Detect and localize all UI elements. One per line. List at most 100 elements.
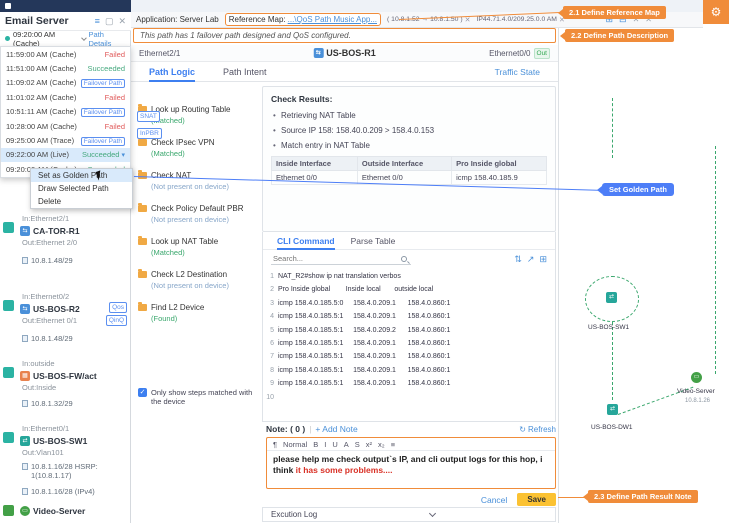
step-label: Look up Routing Table — [151, 105, 230, 114]
checkbox-checked-icon[interactable]: ✓ — [138, 388, 147, 397]
firewall-icon: ▦ — [20, 371, 30, 381]
switch-icon[interactable]: ⇄ — [606, 292, 617, 303]
editor-toolbar-button[interactable]: A — [344, 440, 349, 449]
history-item[interactable]: 11:09:02 AM (Cache) Failover Path▾ — [1, 76, 130, 90]
close-icon[interactable]: ✕ — [118, 16, 126, 27]
hop-device-name[interactable]: US-BOS-FW/act — [33, 371, 97, 381]
menu-icon[interactable]: ≡ — [95, 16, 100, 26]
assistant-button[interactable]: ⚙ — [703, 0, 729, 24]
editor-toolbar-button[interactable]: I — [324, 440, 326, 449]
reference-map-link[interactable]: ...\QoS Path Music App... — [288, 15, 377, 24]
hop-device-name[interactable]: CA-TOR-R1 — [33, 226, 80, 236]
link-subnet: 10.8.1.16/28 (IPv4) — [0, 487, 128, 496]
annotation-text: 2.3 Define Path Result Note — [594, 492, 692, 501]
context-menu-item[interactable]: Draw Selected Path — [31, 182, 132, 195]
inpbr-badge: InPBR — [137, 128, 162, 139]
editor-toolbar-button[interactable]: Normal — [283, 440, 307, 449]
topology-map[interactable]: ⇄ US-BOS-SW1 ⇄ US-BOS-DW1 ▭ Video-Server… — [558, 28, 729, 523]
hop-device-name[interactable]: Video-Server — [33, 506, 85, 516]
add-note-link[interactable]: + Add Note — [315, 424, 357, 434]
note-text[interactable]: please help me check output`s IP, and cl… — [267, 451, 555, 479]
check-result-bullet: Source IP 158: 158.40.0.209 > 158.4.0.15… — [271, 126, 547, 135]
sort-icon[interactable]: ⇅ — [514, 254, 522, 265]
bullet-text: Source IP 158: 158.40.0.209 > 158.4.0.15… — [281, 126, 434, 135]
path-step[interactable]: Look up NAT Table (Matched) — [138, 237, 258, 257]
media-icon — [3, 300, 14, 311]
tab-cli-command[interactable]: CLI Command — [277, 232, 335, 250]
line-text: icmp 158.4.0.185.5:1 158.4.0.209.1 158.4… — [278, 377, 450, 390]
history-item[interactable]: 11:59:00 AM (Cache) Failed▾ — [1, 47, 130, 61]
step-icon — [138, 271, 147, 278]
fullscreen-icon[interactable]: ⊞ — [539, 254, 547, 265]
refresh-link[interactable]: Refresh — [528, 425, 556, 434]
path-line — [715, 146, 716, 374]
link-subnet: 10.8.1.48/29 — [0, 256, 128, 265]
cancel-button[interactable]: Cancel — [481, 495, 507, 505]
line-number: 6 — [263, 337, 278, 350]
traffic-state-link[interactable]: Traffic State — [495, 67, 540, 77]
hop-item[interactable]: In:Ethernet0/1 ⇄ US-BOS-SW1 Out:Vlan101 — [0, 423, 131, 463]
path-step[interactable]: Check Policy Default PBR (Not present on… — [138, 204, 258, 224]
history-item[interactable]: 11:51:00 AM (Cache) Succeeded▾ — [1, 61, 130, 75]
editor-toolbar-button[interactable]: x² — [366, 440, 372, 449]
switch-icon[interactable]: ⇄ — [607, 404, 618, 415]
reference-map-box[interactable]: Reference Map: ...\QoS Path Music App... — [225, 13, 381, 26]
context-menu-label: Delete — [38, 197, 61, 206]
hop-item[interactable]: In:Ethernet0/2 ⇆ US-BOS-R2 Out:Ethernet … — [0, 291, 131, 331]
note-editor[interactable]: ¶ Normal BIUASx² x₂ ≡ please help me check o… — [266, 437, 556, 489]
editor-toolbar-button[interactable]: x₂ — [378, 440, 385, 449]
context-menu-item[interactable]: Set as Golden Path — [31, 169, 132, 182]
history-item[interactable]: 10:28:00 AM (Cache) Failed▾ — [1, 119, 130, 133]
history-status: Failover Path▾ — [81, 107, 125, 116]
editor-toolbar-button[interactable]: U — [332, 440, 337, 449]
tab-parse-table[interactable]: Parse Table — [351, 232, 396, 250]
hop-device-name[interactable]: US-BOS-R2 — [33, 304, 80, 314]
snat-badge: SNAT — [137, 111, 160, 122]
path-step[interactable]: Check IPsec VPN (Matched) — [138, 138, 258, 158]
line-text: icmp 158.4.0.185.5:1 158.4.0.209.1 158.4… — [278, 364, 450, 377]
tab-path-intent[interactable]: Path Intent — [223, 62, 267, 82]
server-icon[interactable]: ▭ — [691, 372, 702, 383]
hop-device-name[interactable]: US-BOS-SW1 — [33, 436, 87, 446]
subnet-icon — [22, 335, 28, 342]
search-input[interactable] — [271, 253, 411, 265]
history-status: Failed▾ — [105, 50, 125, 59]
context-menu-item[interactable]: Delete — [31, 195, 132, 208]
line-number: 8 — [263, 364, 278, 377]
editor-toolbar-button[interactable]: ¶ — [273, 440, 277, 449]
path-details-link[interactable]: Path Details — [89, 30, 127, 48]
line-text: icmp 158.4.0.185.5:1 158.4.0.209.1 158.4… — [278, 350, 450, 363]
only-show-checkbox-row[interactable]: ✓ Only show steps matched with the devic… — [138, 388, 254, 406]
editor-toolbar-button[interactable]: B — [313, 440, 318, 449]
cli-line: 4 icmp 158.4.0.185.5:1 158.4.0.209.1 158… — [263, 310, 555, 323]
popout-icon[interactable]: ▢ — [105, 16, 114, 27]
path-step[interactable]: Find L2 Device (Found) — [138, 303, 258, 323]
history-item[interactable]: 10:51:11 AM (Cache) Failover Path▾ — [1, 105, 130, 119]
history-status: Failed▾ — [105, 122, 125, 131]
execution-log-bar[interactable]: Excution Log — [262, 507, 556, 522]
history-item[interactable]: 09:22:00 AM (Live) Succeeded▾ — [1, 148, 130, 162]
table-cell: icmp 158.40.185.9 — [452, 171, 547, 185]
open-in-new-icon[interactable]: ↗ — [527, 254, 535, 265]
table-row[interactable]: Ethernet 0/0 Ethernet 0/0 icmp 158.40.18… — [272, 171, 547, 185]
note-label: Note: ( 0 ) — [266, 424, 305, 434]
tab-path-logic[interactable]: Path Logic — [149, 62, 195, 82]
path-step[interactable]: Check NAT (Not present on device) — [138, 171, 258, 191]
hop-in-interface: In:outside — [22, 358, 131, 369]
subnet-icon — [22, 257, 28, 264]
path-line — [612, 322, 613, 400]
note-actions: Cancel Save — [266, 493, 556, 506]
path-step[interactable]: Check L2 Destination (Not present on dev… — [138, 270, 258, 290]
history-item[interactable]: 11:01:02 AM (Cache) Failed▾ — [1, 90, 130, 104]
history-item[interactable]: 09:25:00 AM (Trace) Failover Path▾ — [1, 133, 130, 147]
editor-toolbar-button[interactable]: ≡ — [391, 440, 395, 449]
tab-bar: Path Logic Path Intent Traffic State — [131, 62, 558, 82]
hop-item[interactable]: In:Ethernet2/1 ⇆ CA-TOR-R1 Out:Ethernet … — [0, 213, 131, 253]
annotation-define-reference-map: 2.1 Define Reference Map — [563, 6, 666, 19]
hop-in-interface: In:Ethernet0/2 — [22, 291, 131, 302]
current-time-dropdown[interactable]: 09:20:00 AM (Cache) — [13, 30, 79, 48]
hop-item[interactable]: ▭ Video-Server — [0, 501, 131, 523]
save-button[interactable]: Save — [517, 493, 556, 506]
hop-item[interactable]: In:outside ▦ US-BOS-FW/act Out:Inside — [0, 358, 131, 398]
editor-toolbar-button[interactable]: S — [355, 440, 360, 449]
